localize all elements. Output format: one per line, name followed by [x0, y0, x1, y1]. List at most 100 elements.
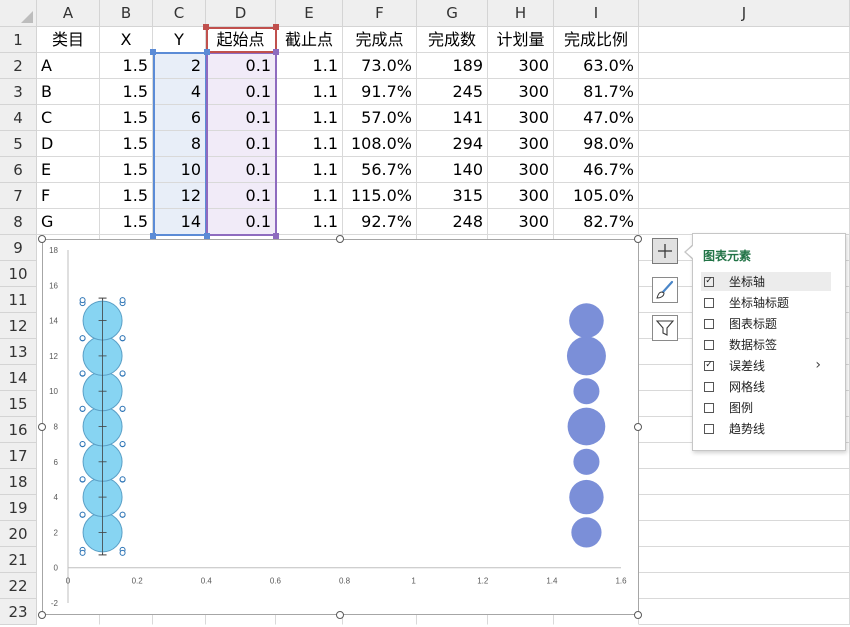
cell-j20[interactable]: [639, 521, 850, 547]
selection-marker[interactable]: [79, 335, 86, 342]
cell-i4[interactable]: 47.0%: [554, 105, 639, 131]
row-header-16[interactable]: 16: [0, 417, 37, 443]
chart-resize-handle[interactable]: [634, 235, 642, 243]
x-tick-label[interactable]: 1.6: [615, 577, 627, 586]
cell-b5[interactable]: 1.5: [100, 131, 153, 157]
cell-j23[interactable]: [639, 599, 850, 625]
cell-b2[interactable]: 1.5: [100, 53, 153, 79]
cell-g7[interactable]: 315: [417, 183, 488, 209]
checkbox-icon[interactable]: [704, 381, 714, 392]
cell-h1[interactable]: 计划量: [488, 27, 554, 53]
column-header-e[interactable]: E: [276, 0, 343, 27]
selection-marker[interactable]: [79, 297, 86, 304]
chart-resize-handle[interactable]: [38, 235, 46, 243]
x-tick-label[interactable]: 0.8: [339, 577, 351, 586]
cell-g8[interactable]: 248: [417, 209, 488, 235]
checkbox-icon[interactable]: [704, 423, 714, 434]
x-tick-label[interactable]: 0.2: [132, 577, 144, 586]
chart-resize-handle[interactable]: [634, 611, 642, 619]
chart-resize-handle[interactable]: [634, 423, 642, 431]
cell-e6[interactable]: 1.1: [276, 157, 343, 183]
range-corner-handle[interactable]: [150, 49, 156, 55]
x-tick-label[interactable]: 1: [411, 577, 416, 586]
row-header-20[interactable]: 20: [0, 521, 37, 547]
row-header-22[interactable]: 22: [0, 573, 37, 599]
chevron-right-icon[interactable]: ›: [815, 357, 821, 373]
x-tick-label[interactable]: 1.2: [477, 577, 489, 586]
cell-j22[interactable]: [639, 573, 850, 599]
row-header-23[interactable]: 23: [0, 599, 37, 625]
chart-styles-button[interactable]: [652, 277, 678, 303]
cell-g1[interactable]: 完成数: [417, 27, 488, 53]
column-header-f[interactable]: F: [343, 0, 417, 27]
cell-b6[interactable]: 1.5: [100, 157, 153, 183]
bubble-point[interactable]: [569, 479, 604, 515]
row-header-17[interactable]: 17: [0, 443, 37, 469]
y-tick-label[interactable]: 10: [49, 387, 58, 396]
cell-h8[interactable]: 300: [488, 209, 554, 235]
bubble-chart[interactable]: -2 0 2 4 6 8 10 12 14 16 18 0 0.2 0.4 0.6 0.8 1 1.2 1.4 1.6: [42, 239, 639, 615]
cell-b7[interactable]: 1.5: [100, 183, 153, 209]
cell-i5[interactable]: 98.0%: [554, 131, 639, 157]
row-header-18[interactable]: 18: [0, 469, 37, 495]
column-header-b[interactable]: B: [100, 0, 153, 27]
cell-g5[interactable]: 294: [417, 131, 488, 157]
row-header-9[interactable]: 9: [0, 235, 37, 261]
column-header-h[interactable]: H: [488, 0, 554, 27]
chart-resize-handle[interactable]: [38, 423, 46, 431]
selection-marker[interactable]: [119, 335, 126, 342]
chart-element-option[interactable]: 图表标题: [701, 314, 831, 333]
cell-h2[interactable]: 300: [488, 53, 554, 79]
cell-g4[interactable]: 141: [417, 105, 488, 131]
selection-marker[interactable]: [119, 511, 126, 518]
select-all-corner[interactable]: [0, 0, 37, 27]
cell-i7[interactable]: 105.0%: [554, 183, 639, 209]
column-header-d[interactable]: D: [206, 0, 276, 27]
cell-h6[interactable]: 300: [488, 157, 554, 183]
checkbox-icon[interactable]: [704, 402, 714, 413]
cell-a3[interactable]: B: [37, 79, 100, 105]
chart-element-option[interactable]: 网格线: [701, 377, 831, 396]
selection-marker[interactable]: [79, 405, 86, 412]
checkbox-checked-icon[interactable]: ✓: [704, 360, 714, 371]
checkbox-icon[interactable]: [704, 339, 714, 350]
row-header-6[interactable]: 6: [0, 157, 37, 183]
cell-h7[interactable]: 300: [488, 183, 554, 209]
cell-j8[interactable]: [639, 209, 850, 235]
y-tick-label[interactable]: 0: [54, 564, 59, 573]
column-header-j[interactable]: J: [639, 0, 850, 27]
bubble-point[interactable]: [573, 448, 600, 475]
cell-a1[interactable]: 类目: [37, 27, 100, 53]
bubble-point[interactable]: [567, 407, 606, 446]
cell-a7[interactable]: F: [37, 183, 100, 209]
cell-a6[interactable]: E: [37, 157, 100, 183]
row-header-2[interactable]: 2: [0, 53, 37, 79]
bubble-point[interactable]: [569, 303, 604, 338]
y-tick-label[interactable]: 2: [54, 528, 59, 537]
range-corner-handle[interactable]: [273, 24, 279, 30]
cell-f7[interactable]: 115.0%: [343, 183, 417, 209]
cell-f2[interactable]: 73.0%: [343, 53, 417, 79]
chart-element-option[interactable]: 趋势线: [701, 419, 831, 438]
cell-e7[interactable]: 1.1: [276, 183, 343, 209]
bubble-point[interactable]: [573, 378, 600, 405]
cell-j6[interactable]: [639, 157, 850, 183]
selection-marker[interactable]: [119, 549, 126, 556]
cell-b4[interactable]: 1.5: [100, 105, 153, 131]
row-header-13[interactable]: 13: [0, 339, 37, 365]
cell-e4[interactable]: 1.1: [276, 105, 343, 131]
row-header-1[interactable]: 1: [0, 27, 37, 53]
cell-b3[interactable]: 1.5: [100, 79, 153, 105]
cell-i3[interactable]: 81.7%: [554, 79, 639, 105]
selection-marker[interactable]: [79, 511, 86, 518]
cell-i6[interactable]: 46.7%: [554, 157, 639, 183]
cell-g2[interactable]: 189: [417, 53, 488, 79]
cell-f5[interactable]: 108.0%: [343, 131, 417, 157]
cell-h5[interactable]: 300: [488, 131, 554, 157]
selection-marker[interactable]: [79, 441, 86, 447]
row-header-19[interactable]: 19: [0, 495, 37, 521]
chart-element-option[interactable]: ✓ 坐标轴: [701, 272, 831, 291]
selection-marker[interactable]: [79, 549, 86, 556]
row-header-7[interactable]: 7: [0, 183, 37, 209]
bubble-point[interactable]: [571, 517, 602, 548]
